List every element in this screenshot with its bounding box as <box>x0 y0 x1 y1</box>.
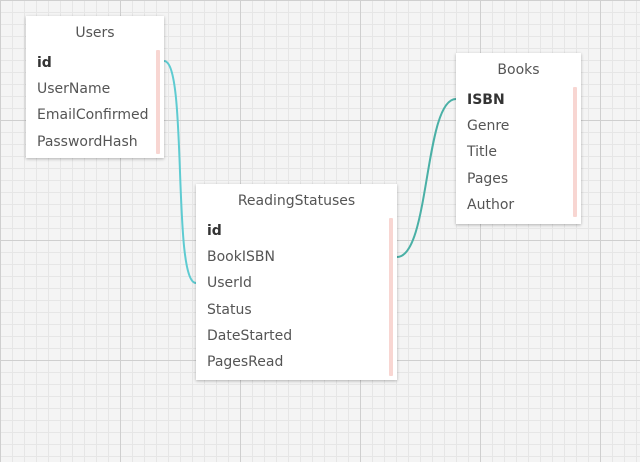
field-reading-statuses-userid[interactable]: UserId <box>207 270 386 296</box>
field-books-genre[interactable]: Genre <box>467 113 570 139</box>
field-books-isbn[interactable]: ISBN <box>467 87 570 113</box>
field-reading-statuses-id[interactable]: id <box>207 218 386 244</box>
scrollbar-reading-statuses[interactable] <box>389 218 393 376</box>
scrollbar-books[interactable] <box>573 87 577 217</box>
field-users-emailconfirmed[interactable]: EmailConfirmed <box>37 102 153 128</box>
field-books-title[interactable]: Title <box>467 139 570 165</box>
table-title-reading-statuses: ReadingStatuses <box>237 193 356 209</box>
field-reading-statuses-datestarted[interactable]: DateStarted <box>207 323 386 349</box>
table-users[interactable]: Users id UserName EmailConfirmed Passwor… <box>26 16 164 158</box>
table-reading-statuses[interactable]: ReadingStatuses id BookISBN UserId Statu… <box>196 184 397 380</box>
connector-users-reading-statuses[interactable] <box>163 60 197 284</box>
table-title-users: Users <box>75 25 115 41</box>
field-users-username[interactable]: UserName <box>37 76 153 102</box>
field-reading-statuses-pagesread[interactable]: PagesRead <box>207 349 386 375</box>
connector-books-reading-statuses[interactable] <box>396 98 457 258</box>
scrollbar-users[interactable] <box>156 50 160 154</box>
table-title-books: Books <box>497 62 540 78</box>
field-reading-statuses-bookisbn[interactable]: BookISBN <box>207 244 386 270</box>
field-books-author[interactable]: Author <box>467 192 570 218</box>
field-list-reading-statuses: id BookISBN UserId Status DateStarted Pa… <box>196 218 397 376</box>
field-list-users: id UserName EmailConfirmed PasswordHash <box>26 50 164 155</box>
field-users-passwordhash[interactable]: PasswordHash <box>37 129 153 155</box>
diagram-canvas[interactable]: Users id UserName EmailConfirmed Passwor… <box>0 0 640 462</box>
field-reading-statuses-status[interactable]: Status <box>207 297 386 323</box>
table-books[interactable]: Books ISBN Genre Title Pages Author <box>456 53 581 224</box>
field-list-books: ISBN Genre Title Pages Author <box>456 87 581 218</box>
field-users-id[interactable]: id <box>37 50 153 76</box>
field-books-pages[interactable]: Pages <box>467 166 570 192</box>
